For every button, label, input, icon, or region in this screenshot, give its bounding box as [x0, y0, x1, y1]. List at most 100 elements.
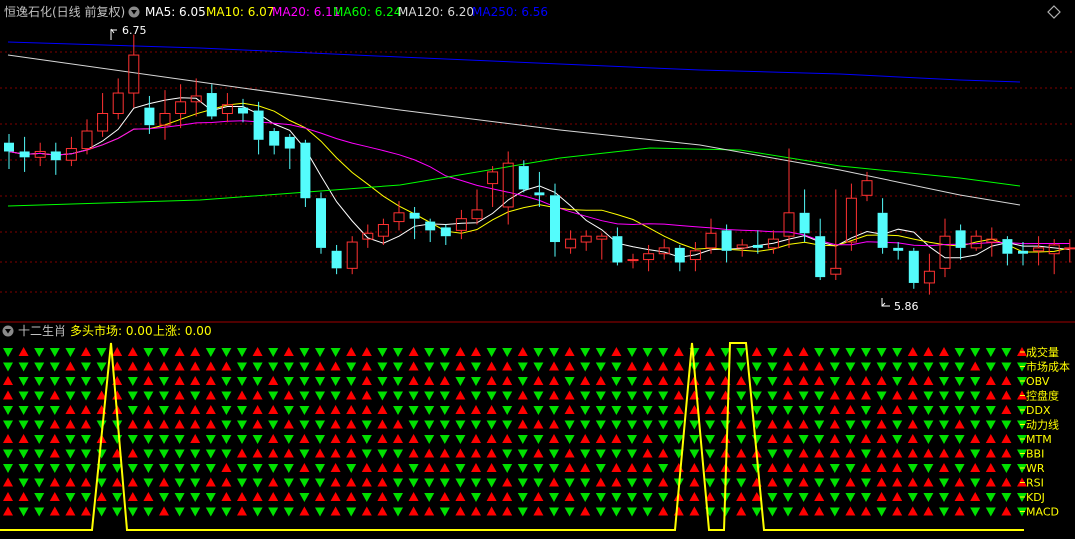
bull-arrow: [549, 361, 559, 371]
bear-arrow: [970, 449, 981, 459]
bear-arrow: [174, 464, 185, 473]
candle-up: [627, 253, 639, 269]
bull-arrow: [3, 434, 13, 443]
candle-down: [440, 224, 451, 245]
bear-arrow: [611, 420, 622, 430]
bull-arrow: [408, 506, 419, 516]
bear-arrow: [221, 449, 232, 459]
bear-arrow: [939, 435, 949, 444]
bear-arrow: [627, 377, 637, 386]
bull-arrow: [159, 506, 169, 516]
bull-arrow: [49, 390, 60, 400]
candle-up: [970, 230, 982, 251]
bear-arrow: [580, 478, 591, 488]
bear-arrow: [720, 420, 731, 430]
bear-arrow: [751, 377, 762, 386]
bear-arrow: [159, 493, 169, 502]
bear-arrow: [112, 507, 123, 517]
bear-arrow: [829, 507, 840, 517]
bear-arrow: [939, 406, 949, 415]
candle-down: [877, 198, 888, 254]
bull-arrow: [689, 477, 700, 487]
candle-down: [300, 139, 311, 207]
bull-arrow: [783, 361, 793, 371]
bull-arrow: [3, 506, 13, 516]
bull-arrow: [471, 463, 481, 472]
bear-arrow: [393, 348, 403, 357]
bull-arrow: [845, 477, 856, 487]
bull-arrow: [439, 448, 450, 458]
bull-arrow: [315, 405, 325, 414]
bull-arrow: [861, 506, 871, 516]
main-panel-toggle[interactable]: [128, 6, 140, 18]
bull-arrow: [486, 448, 497, 458]
bear-arrow: [143, 507, 154, 517]
bear-arrow: [829, 493, 840, 502]
bull-arrow: [408, 347, 419, 356]
bear-arrow: [49, 362, 60, 372]
bear-arrow: [892, 362, 903, 372]
ma120-label: MA120: 6.20: [398, 5, 474, 19]
bear-arrow: [299, 420, 310, 430]
bear-arrow: [783, 449, 793, 459]
expand-diamond-icon[interactable]: [1047, 5, 1061, 19]
bull-arrow: [65, 361, 76, 371]
bull-arrow: [486, 492, 497, 501]
bull-arrow: [517, 347, 528, 356]
candle-up: [689, 242, 701, 272]
bull-arrow: [767, 477, 778, 487]
bull-arrow: [876, 463, 887, 472]
bear-arrow: [611, 391, 622, 401]
bull-arrow: [143, 405, 154, 414]
bear-arrow: [985, 493, 996, 502]
bull-arrow: [190, 434, 201, 443]
sub-title: 十二生肖: [18, 324, 66, 338]
bear-arrow: [221, 435, 232, 444]
candle-up: [1064, 239, 1075, 263]
bear-arrow: [455, 464, 466, 473]
bear-arrow: [174, 507, 185, 517]
bear-arrow: [954, 362, 965, 372]
bear-arrow: [346, 507, 357, 517]
bear-arrow: [970, 478, 981, 488]
bull-arrow: [408, 376, 419, 385]
bear-arrow: [845, 420, 856, 430]
bear-arrow: [237, 464, 247, 473]
bear-arrow: [564, 478, 575, 488]
bull-arrow: [439, 463, 450, 472]
bear-arrow: [1001, 362, 1012, 372]
sub-panel-toggle[interactable]: [2, 325, 14, 337]
bull-arrow: [127, 419, 138, 429]
bull-arrow: [985, 463, 996, 472]
bear-arrow: [517, 478, 528, 488]
bear-arrow: [876, 362, 887, 372]
bull-arrow: [471, 448, 481, 458]
bear-arrow: [268, 464, 279, 473]
bull-arrow: [502, 492, 513, 501]
bull-arrow: [361, 506, 372, 516]
row-label: RSI: [1026, 477, 1044, 490]
bull-arrow: [346, 448, 357, 458]
bull-arrow: [252, 347, 263, 356]
bear-arrow: [3, 449, 13, 459]
bear-arrow: [408, 406, 419, 415]
bear-arrow: [814, 420, 825, 430]
bear-arrow: [627, 391, 637, 401]
bear-arrow: [705, 391, 715, 401]
bear-arrow: [985, 420, 996, 430]
bear-arrow: [970, 420, 981, 430]
bull-arrow: [112, 390, 123, 400]
bear-arrow: [34, 464, 45, 473]
bull-arrow: [361, 463, 372, 472]
bull-arrow: [985, 376, 996, 385]
bear-arrow: [549, 464, 559, 473]
bull-arrow: [517, 390, 528, 400]
candle-up: [596, 233, 608, 260]
bear-arrow: [533, 348, 544, 357]
bear-arrow: [517, 435, 528, 444]
bull-arrow: [798, 347, 809, 356]
bull-arrow: [861, 376, 871, 385]
candle-up: [175, 84, 187, 129]
candle-down: [815, 218, 826, 281]
row-label: MACD: [1026, 506, 1059, 519]
